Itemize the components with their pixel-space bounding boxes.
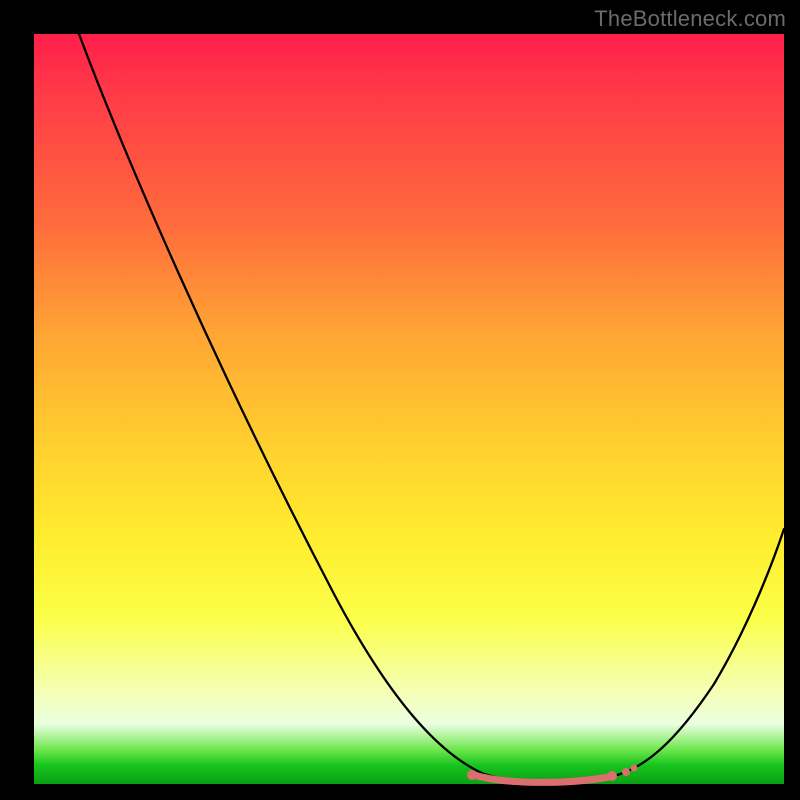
optimal-range-marker <box>474 775 609 782</box>
optimal-range-dot <box>622 768 630 776</box>
optimal-range-start-dot <box>467 770 477 780</box>
watermark-text: TheBottleneck.com <box>594 6 786 32</box>
chart-frame: TheBottleneck.com <box>0 0 800 800</box>
optimal-range-end-dot <box>607 771 617 781</box>
bottleneck-curve-svg <box>34 34 784 784</box>
bottleneck-curve <box>79 34 784 783</box>
plot-area <box>34 34 784 784</box>
optimal-range-dot <box>631 765 638 772</box>
